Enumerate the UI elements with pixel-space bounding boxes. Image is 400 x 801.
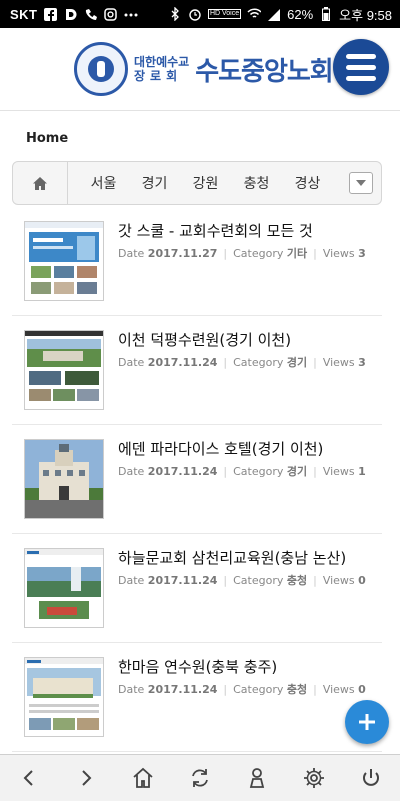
- post-views: 1: [358, 465, 366, 478]
- category-tab[interactable]: 충청: [231, 173, 282, 193]
- forward-icon: [81, 770, 92, 786]
- post-meta: Date 2017.11.27 | Category 기타 | Views 3: [118, 247, 366, 260]
- post-list: 갓 스쿨 - 교회수련회의 모든 것 Date 2017.11.27 | Categ…: [12, 207, 382, 752]
- post-title[interactable]: 하늘문교회 삼천리교육원(충남 논산): [118, 547, 346, 568]
- post-views: 0: [358, 683, 366, 696]
- refresh-icon: [192, 769, 208, 787]
- phone-icon: [84, 7, 98, 21]
- bottom-toolbar: [0, 754, 400, 801]
- post-meta: Date 2017.11.24 | Category 경기 | Views 3: [118, 356, 366, 369]
- back-icon: [23, 770, 33, 786]
- list-item[interactable]: 하늘문교회 삼천리교육원(충남 논산) Date 2017.11.24 | Cate…: [12, 534, 382, 643]
- instagram-icon: [104, 7, 118, 21]
- category-tab[interactable]: 경상: [282, 173, 333, 193]
- settings-icon: [304, 768, 325, 788]
- battery-percent: 62%: [287, 6, 314, 22]
- post-views: 0: [358, 574, 366, 587]
- home-icon: [33, 176, 47, 190]
- post-views: 3: [358, 247, 366, 260]
- post-thumbnail[interactable]: [24, 330, 104, 410]
- user-icon: [249, 768, 265, 788]
- post-title[interactable]: 이천 덕평수련원(경기 이천): [118, 329, 291, 350]
- wifi-icon: [247, 7, 262, 21]
- post-meta: Date 2017.11.24 | Category 경기 | Views 1: [118, 465, 366, 478]
- list-item[interactable]: 한마음 연수원(충북 충주) Date 2017.11.24 | Category …: [12, 643, 382, 752]
- power-button[interactable]: [349, 756, 393, 800]
- post-title[interactable]: 한마음 연수원(충북 충주): [118, 656, 277, 677]
- post-date: 2017.11.24: [147, 465, 218, 478]
- hd-voice-icon: HD Voice: [207, 9, 242, 19]
- post-category: 경기: [286, 465, 308, 478]
- site-logo[interactable]: 대한예수교 장로회 수도중앙노회: [74, 42, 334, 96]
- refresh-button[interactable]: [178, 756, 222, 800]
- category-bar: 서울 경기 강원 충청 경상: [12, 161, 382, 205]
- category-dropdown-button[interactable]: [349, 172, 373, 194]
- add-post-button[interactable]: [345, 700, 389, 744]
- home-button[interactable]: [121, 756, 165, 800]
- settings-button[interactable]: [292, 756, 336, 800]
- post-meta: Date 2017.11.24 | Category 충청 | Views 0: [118, 574, 366, 587]
- alarm-icon: [188, 7, 202, 21]
- chevron-down-icon: [356, 180, 366, 186]
- status-bar: SKT HD Voice 62% 오후 9:58: [0, 0, 400, 28]
- post-title[interactable]: 에덴 파라다이스 호텔(경기 이천): [118, 438, 323, 459]
- list-item[interactable]: 이천 덕평수련원(경기 이천) Date 2017.11.24 | Category…: [12, 316, 382, 425]
- forward-button[interactable]: [64, 756, 108, 800]
- logo-title: 수도중앙노회: [195, 56, 334, 87]
- logo-subtitle-bottom: 장로회: [134, 69, 183, 83]
- user-button[interactable]: [235, 756, 279, 800]
- home-icon: [133, 767, 153, 788]
- carrier-label: SKT: [10, 6, 38, 22]
- hamburger-icon: [346, 53, 376, 59]
- logo-seal: [74, 42, 128, 96]
- post-views: 3: [358, 356, 366, 369]
- power-icon: [363, 769, 380, 786]
- post-category: 기타: [286, 247, 308, 260]
- post-title[interactable]: 갓 스쿨 - 교회수련회의 모든 것: [118, 220, 313, 241]
- clock: 오후 9:58: [339, 7, 392, 23]
- post-category: 충청: [286, 574, 308, 587]
- post-category: 충청: [286, 683, 308, 696]
- list-item[interactable]: 갓 스쿨 - 교회수련회의 모든 것 Date 2017.11.27 | Categ…: [12, 207, 382, 316]
- battery-icon: [319, 7, 333, 21]
- bluetooth-icon: [168, 7, 182, 21]
- category-tab[interactable]: 경기: [129, 173, 180, 193]
- post-thumbnail[interactable]: [24, 221, 104, 301]
- list-item[interactable]: 에덴 파라다이스 호텔(경기 이천) Date 2017.11.24 | Categ…: [12, 425, 382, 534]
- category-tab[interactable]: 서울: [78, 173, 129, 193]
- plus-icon: [359, 714, 375, 730]
- post-date: 2017.11.27: [147, 247, 218, 260]
- facebook-icon: [44, 7, 58, 21]
- post-date: 2017.11.24: [147, 574, 218, 587]
- hamburger-menu-button[interactable]: [333, 39, 389, 95]
- post-thumbnail[interactable]: [24, 548, 104, 628]
- post-date: 2017.11.24: [147, 683, 218, 696]
- back-button[interactable]: [7, 756, 51, 800]
- breadcrumb[interactable]: Home: [26, 131, 68, 146]
- category-home-button[interactable]: [13, 162, 68, 204]
- post-date: 2017.11.24: [147, 356, 218, 369]
- logo-subtitle-top: 대한예수교: [134, 55, 190, 69]
- d-app-icon: [64, 7, 78, 21]
- more-notifications-icon: [124, 7, 138, 21]
- post-thumbnail[interactable]: [24, 657, 104, 737]
- signal-icon: [267, 7, 281, 21]
- post-category: 경기: [286, 356, 308, 369]
- site-header: 대한예수교 장로회 수도중앙노회: [0, 28, 400, 111]
- post-meta: Date 2017.11.24 | Category 충청 | Views 0: [118, 683, 366, 696]
- category-tab[interactable]: 강원: [180, 173, 231, 193]
- post-thumbnail[interactable]: [24, 439, 104, 519]
